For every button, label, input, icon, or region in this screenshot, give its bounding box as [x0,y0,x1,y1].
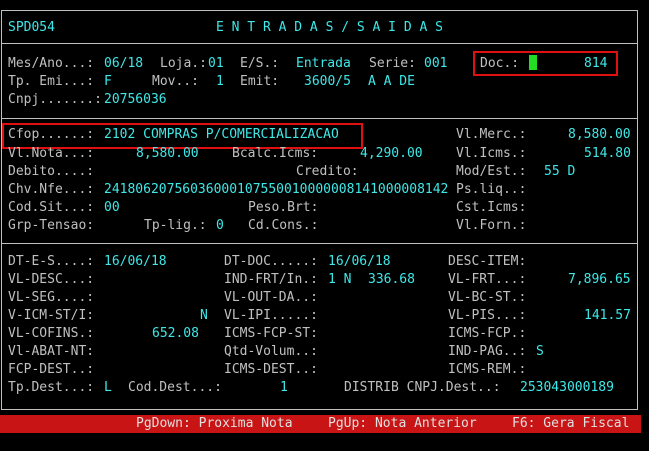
dt-es-label: DT-E-S....: [8,254,95,269]
mov-value[interactable]: 1 [216,74,224,90]
dt-doc-value[interactable]: 16/06/18 [328,254,391,270]
divider-3 [2,243,637,244]
vl-desc-label: VL-DESC...: [8,272,95,287]
ind-frt-label: IND-FRT/In.: [224,272,318,287]
vl-cofins-label: VL-COFINS.: [8,326,95,341]
tp-emi-value[interactable]: F [104,74,112,90]
vl-cofins-value[interactable]: 652.08 [152,326,199,342]
loja-label: Loja.: [160,56,207,71]
ind-pag-value[interactable]: S [536,344,544,360]
vl-ipi-label: VL-IPI.....: [224,308,318,323]
emit-label: Emit: [240,74,280,89]
debito-label: Debito....: [8,164,95,179]
serie-value[interactable]: 001 [424,56,447,72]
tp-lig-label: Tp-lig.: [144,218,207,233]
vl-frt-value[interactable]: 7,896.65 [568,272,631,288]
bcalc-value[interactable]: 4,290.00 [360,146,423,162]
cod-dest-value[interactable]: 1 [280,380,288,396]
credito-label: Credito: [296,164,359,179]
screen-title: E N T R A D A S / S A I D A S [216,20,443,35]
text-cursor [529,55,537,70]
cd-cons-label: Cd.Cons.: [248,218,319,233]
cfop-value[interactable]: 2102 COMPRAS P/COMERCIALIZACAO [104,127,339,143]
v-icm-st-label: V-ICM-ST/I: [8,308,95,323]
cst-icms-label: Cst.Icms: [456,200,527,215]
pgup-key[interactable]: PgUp: Nota Anterior [328,416,477,432]
serie-label: Serie: [369,56,416,71]
mod-est-label: Mod/Est.: [456,164,527,179]
icms-fcp-st-label: ICMS-FCP-ST: [224,326,318,341]
cod-dest-label: Cod.Dest...: [128,380,222,395]
qtd-volum-label: Qtd-Volum..: [224,344,318,359]
tp-dest-value[interactable]: L [104,380,112,396]
function-key-bar: PgDown: Proxima Nota PgUp: Nota Anterior… [0,415,641,433]
ind-pag-label: IND-PAG..: [448,344,527,359]
distrib-cnpj-value[interactable]: 253043000189 [520,380,614,396]
mov-label: Mov..: [152,74,199,89]
screen-code: SPD054 [8,20,55,35]
grp-tensao-label: Grp-Tensao: [8,218,95,233]
tp-lig-value[interactable]: 0 [216,218,224,234]
emit-name: A A DE [368,74,415,89]
fcp-dest-label: FCP-DEST..: [8,362,95,377]
ind-frt-value[interactable]: 1 N [328,272,351,288]
v-icm-st-value[interactable]: N [200,308,208,324]
vl-forn-label: Vl.Forn.: [456,218,527,233]
vl-pis-value[interactable]: 141.57 [584,308,631,324]
ps-liq-label: Ps.liq..: [456,182,527,197]
distrib-cnpj-label: DISTRIB CNPJ.Dest..: [344,380,501,395]
vl-pis-label: VL-PIS...: [448,308,527,323]
emit-value[interactable]: 3600/5 [304,74,351,90]
desc-item-label: DESC-ITEM: [448,254,527,269]
cod-sit-value[interactable]: 00 [104,200,120,216]
chv-nfe-label: Chv.Nfe...: [8,182,95,197]
tp-dest-label: Tp.Dest...: [8,380,95,395]
cnpj-value[interactable]: 20756036 [104,92,167,108]
loja-value[interactable]: 01 [208,56,224,72]
mes-ano-label: Mes/Ano...: [8,56,95,71]
vl-icms-label: Vl.Icms.: [456,146,527,161]
vl-merc-label: Vl.Merc.: [456,127,527,142]
vl-seg-label: VL-SEG....: [8,290,95,305]
pgdown-key[interactable]: PgDown: Proxima Nota [136,416,293,432]
vl-merc-value[interactable]: 8,580.00 [568,127,631,143]
tp-emi-label: Tp. Emi...: [8,74,95,89]
vl-frt-label: VL-FRT...: [448,272,527,287]
bcalc-label: Bcalc.Icms: [232,146,319,161]
vl-nota-value[interactable]: 8,580.00 [136,146,199,162]
vl-nota-label: Vl.Nota...: [8,146,95,161]
doc-value[interactable]: 814 [584,56,607,72]
f6-key[interactable]: F6: Gera Fiscal [512,416,629,432]
vl-bc-st-label: VL-BC-ST.: [448,290,527,305]
chv-nfe-value[interactable]: 2418062075603600010755001000000814100000… [104,182,448,198]
dt-doc-label: DT-DOC.....: [224,254,318,269]
vl-icms-value[interactable]: 514.80 [584,146,631,162]
divider-2 [2,118,637,119]
doc-label: Doc.: [480,56,520,71]
cod-sit-label: Cod.Sit...: [8,200,95,215]
peso-brt-label: Peso.Brt: [248,200,319,215]
mes-ano-value[interactable]: 06/18 [104,56,143,72]
es-label: E/S.: [240,56,280,71]
cfop-label: Cfop......: [8,127,95,142]
cnpj-label: Cnpj.......: [8,92,102,107]
mod-est-value[interactable]: 55 D [544,164,575,180]
divider-1 [2,43,637,44]
vl-abat-nt-label: Vl-ABAT-NT: [8,344,95,359]
icms-dest-label: ICMS-DEST..: [224,362,318,377]
dt-es-value[interactable]: 16/06/18 [104,254,167,270]
icms-fcp-label: ICMS-FCP.: [448,326,527,341]
es-value[interactable]: Entrada [296,56,351,72]
icms-rem-label: ICMS-REM.: [448,362,527,377]
ind-frt-amount[interactable]: 336.68 [368,272,415,288]
vl-out-da-label: VL-OUT-DA..: [224,290,318,305]
